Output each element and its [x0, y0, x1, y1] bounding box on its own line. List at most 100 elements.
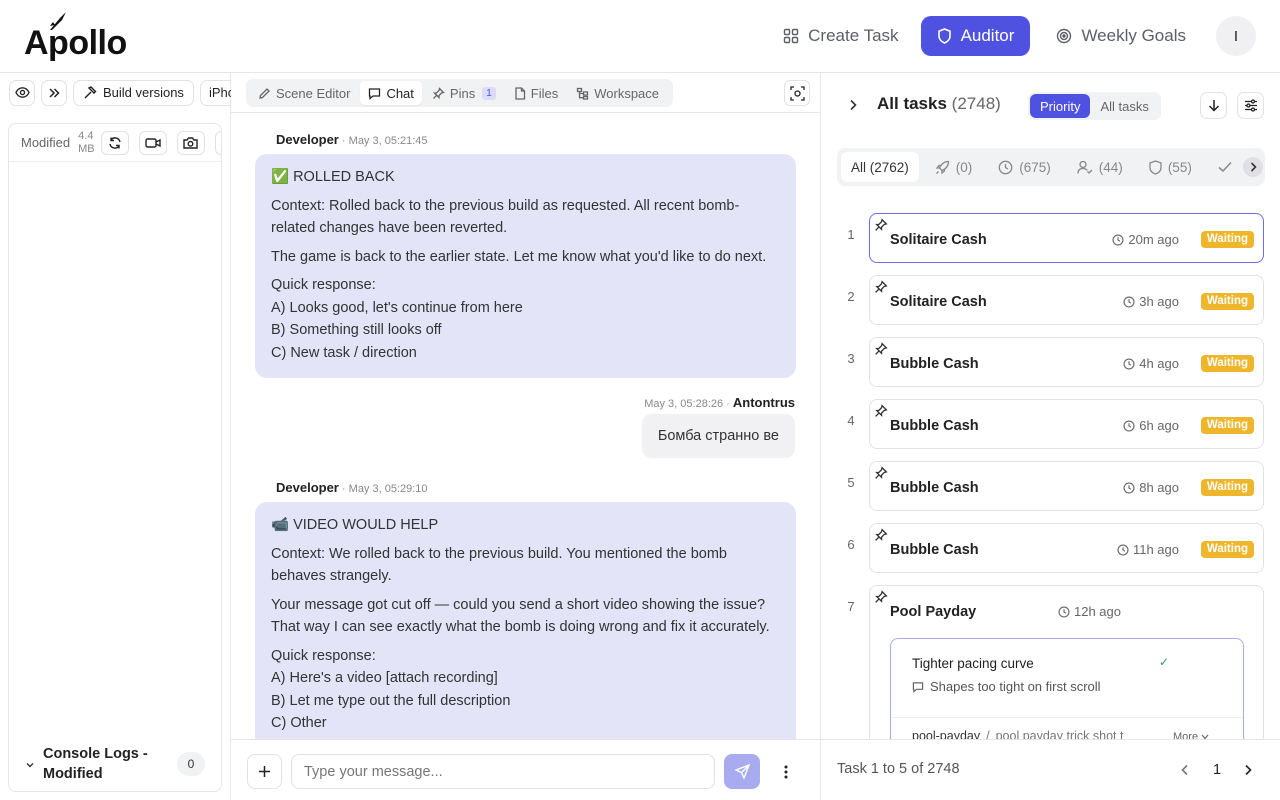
plus-icon	[259, 766, 270, 777]
user-avatar[interactable]: I	[1216, 16, 1256, 56]
weekly-goals-label: Weekly Goals	[1081, 26, 1186, 45]
subtask-card[interactable]: Tighter pacing curve ✓ Shapes too tight …	[890, 638, 1244, 739]
clock-icon	[1123, 481, 1135, 494]
filter-done[interactable]	[1208, 152, 1242, 182]
message-paragraph: Context: Rolled back to the previous bui…	[271, 197, 740, 237]
task-card[interactable]: Bubble Cash 6h ago Waiting	[869, 399, 1264, 449]
apollo-logo[interactable]: Apollo	[24, 12, 127, 60]
camera-icon	[183, 137, 198, 149]
clock-icon	[1123, 357, 1135, 370]
create-task-button[interactable]: Create Task	[769, 16, 912, 56]
previous-page-button[interactable]	[1175, 760, 1195, 780]
logo-text: Apollo	[24, 24, 127, 62]
console-logs-section[interactable]: Console Logs - Modified 0	[9, 739, 221, 791]
record-video-button[interactable]	[138, 130, 167, 155]
clock-icon	[998, 160, 1013, 174]
send-icon	[734, 764, 750, 779]
tab-chat-label: Chat	[386, 85, 414, 101]
more-tools-button[interactable]	[214, 130, 221, 155]
weekly-goals-button[interactable]: Weekly Goals	[1042, 16, 1200, 56]
tab-scene-editor[interactable]: Scene Editor	[250, 81, 358, 105]
task-card[interactable]: Bubble Cash 8h ago Waiting	[869, 461, 1264, 511]
status-badge: Waiting	[1200, 355, 1254, 372]
pin-icon[interactable]	[874, 280, 888, 294]
task-card[interactable]: Bubble Cash 4h ago Waiting	[869, 337, 1264, 387]
modified-label: Modified	[21, 135, 71, 150]
preview-toggle-button[interactable]	[9, 79, 35, 106]
workspace-icon	[577, 87, 589, 100]
task-card[interactable]: Solitaire Cash 3h ago Waiting	[869, 275, 1264, 325]
filter-pending[interactable]: (675)	[988, 152, 1061, 182]
sort-button[interactable]	[1200, 92, 1227, 119]
pin-icon[interactable]	[874, 404, 888, 418]
task-card-expanded[interactable]: Pool Payday 12h ago Waiting for review T…	[869, 585, 1264, 739]
user-message: Бомба странно ве	[641, 414, 795, 458]
tab-files[interactable]: Files	[506, 81, 566, 105]
filter-scroll-right-button[interactable]	[1243, 157, 1263, 177]
chat-messages: Developer · May 3, 05:21:45 ✅ ROLLED BAC…	[231, 113, 820, 739]
expand-button[interactable]	[41, 79, 67, 106]
rocket-logo-icon	[50, 12, 66, 30]
task-time-text: 8h ago	[1139, 480, 1179, 495]
message-meta: May 3, 05:28:26 · Antontrus	[644, 395, 795, 410]
tab-chat[interactable]: Chat	[360, 81, 422, 105]
grid-icon	[783, 28, 799, 44]
send-button[interactable]	[724, 754, 760, 789]
filter-settings-button[interactable]	[1237, 92, 1264, 119]
all-tasks-toggle[interactable]: All tasks	[1090, 94, 1158, 118]
pin-icon[interactable]	[874, 342, 888, 356]
sort-mode-toggle: Priority All tasks	[1028, 92, 1161, 120]
collapse-panel-button[interactable]	[843, 95, 863, 115]
task-card[interactable]: Bubble Cash 11h ago Waiting	[869, 523, 1264, 573]
reload-button[interactable]	[100, 130, 129, 155]
task-card[interactable]: Solitaire Cash 20m ago Waiting	[869, 213, 1264, 263]
quick-response-option: B) Let me type out the full description	[271, 692, 511, 709]
subtask-description-text: Shapes too tight on first scroll	[930, 679, 1101, 694]
message-time: May 3, 05:29:10	[348, 483, 428, 495]
message-time: May 3, 05:21:45	[348, 135, 428, 147]
tasks-header: All tasks (2748) Priority All tasks	[821, 73, 1280, 136]
pin-icon[interactable]	[874, 218, 888, 232]
tasks-title-count: (2748)	[951, 94, 1001, 113]
task-number: 4	[847, 413, 855, 428]
path-project[interactable]: pool-payday	[912, 729, 980, 739]
filter-launched[interactable]: (0)	[925, 152, 983, 182]
message-author: Antontrus	[732, 395, 795, 410]
tab-workspace[interactable]: Workspace	[568, 81, 667, 105]
auditor-button[interactable]: Auditor	[920, 16, 1031, 56]
tab-files-label: Files	[530, 85, 559, 101]
task-time-text: 6h ago	[1139, 418, 1179, 433]
current-page[interactable]: 1	[1205, 760, 1229, 780]
filter-audited[interactable]: (55)	[1139, 152, 1202, 182]
subtask-path: pool-payday / pool payday trick shot t	[912, 729, 1123, 739]
build-versions-button[interactable]: Build versions	[73, 79, 194, 106]
path-branch[interactable]: pool payday trick shot t	[996, 729, 1124, 739]
device-selector[interactable]: iPhone	[199, 79, 231, 106]
quick-response-option: B) Something still looks off	[271, 322, 442, 338]
more-options-button[interactable]	[776, 761, 796, 783]
pin-icon[interactable]	[874, 466, 888, 480]
capture-button[interactable]	[784, 80, 810, 106]
screenshot-button[interactable]	[176, 130, 205, 155]
pin-icon[interactable]	[874, 590, 888, 604]
filter-assigned-count: (44)	[1098, 159, 1123, 175]
more-button[interactable]: More	[1173, 731, 1209, 739]
priority-toggle[interactable]: Priority	[1030, 94, 1091, 118]
clock-icon	[1117, 543, 1129, 556]
chevron-right-icon	[1245, 764, 1252, 776]
task-name: Solitaire Cash	[890, 294, 987, 310]
pin-icon[interactable]	[874, 528, 888, 542]
message-input[interactable]	[291, 754, 715, 789]
tasks-panel: All tasks (2748) Priority All tasks All …	[821, 73, 1280, 800]
filter-assigned[interactable]: (44)	[1067, 152, 1133, 182]
filter-all[interactable]: All (2762)	[841, 152, 919, 182]
chevrons-right-icon	[49, 87, 60, 98]
more-label: More	[1173, 731, 1199, 739]
next-page-button[interactable]	[1238, 760, 1258, 780]
tab-pins[interactable]: Pins 1	[424, 81, 504, 105]
subtask-check-icon: ✓	[1159, 655, 1170, 669]
chevron-left-icon	[1181, 764, 1188, 776]
attach-button[interactable]	[247, 754, 282, 789]
rocket-icon	[935, 160, 949, 174]
task-time: 4h ago	[1123, 356, 1179, 371]
